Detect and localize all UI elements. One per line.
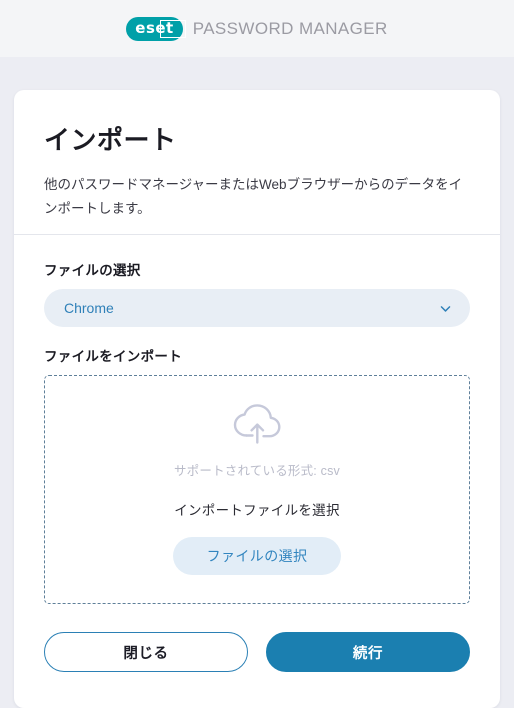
close-button[interactable]: 閉じる (44, 632, 248, 673)
app-header: eset PASSWORD MANAGER (0, 0, 514, 57)
supported-formats-text: サポートされている形式: csv (173, 464, 341, 479)
chevron-down-icon (439, 302, 452, 315)
card-header: インポート 他のパスワードマネージャーまたはWebブラウザーからのデータをインポ… (14, 90, 500, 220)
dropzone-prompt: インポートファイルを選択 (174, 503, 340, 519)
page-description: 他のパスワードマネージャーまたはWebブラウザーからのデータをインポートします。 (44, 177, 463, 216)
continue-button[interactable]: 続行 (266, 632, 470, 673)
cloud-upload-icon (229, 402, 285, 446)
choose-file-button[interactable]: ファイルの選択 (172, 537, 342, 576)
select-file-label: ファイルの選択 (44, 263, 141, 279)
card-footer: 閉じる 続行 (14, 604, 500, 673)
eset-logo-text: eset (135, 19, 174, 37)
import-file-label: ファイルをインポート (44, 349, 182, 365)
import-card: インポート 他のパスワードマネージャーまたはWebブラウザーからのデータをインポ… (14, 90, 500, 708)
eset-logo-icon: eset (126, 16, 187, 41)
file-dropzone[interactable]: サポートされている形式: csv インポートファイルを選択 ファイルの選択 (44, 375, 470, 605)
brand-title: PASSWORD MANAGER (192, 18, 388, 38)
card-body: ファイルの選択 Chrome ファイルをインポート サポートされている形式: c… (14, 235, 500, 605)
source-select-value: Chrome (64, 300, 114, 317)
source-select[interactable]: Chrome (44, 289, 470, 328)
page-title: インポート (44, 125, 177, 155)
